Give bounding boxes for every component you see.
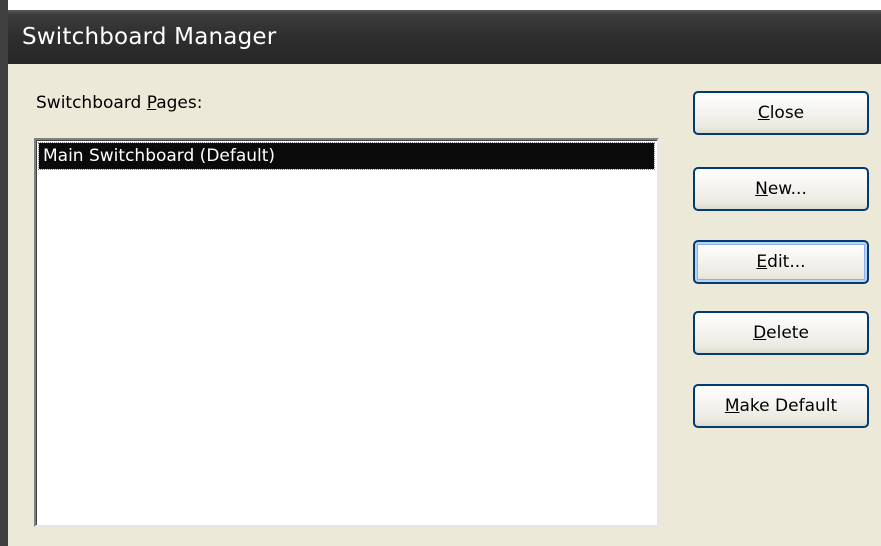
edit-button[interactable]: Edit...	[693, 240, 869, 284]
new-button-accel: N	[755, 179, 768, 199]
switchboard-pages-list[interactable]: Main Switchboard (Default)	[34, 138, 659, 527]
pages-label-after: ages:	[156, 93, 203, 113]
title-bar[interactable]: Switchboard Manager	[8, 0, 881, 64]
make-default-button-accel: M	[724, 396, 740, 416]
new-button[interactable]: New...	[693, 167, 869, 211]
new-button-rest: ew...	[767, 179, 807, 199]
list-item-main-switchboard[interactable]: Main Switchboard (Default)	[38, 142, 655, 170]
delete-button-rest: elete	[766, 323, 809, 343]
switchboard-pages-label: Switchboard Pages:	[36, 93, 202, 113]
delete-button-accel: D	[753, 323, 767, 343]
delete-button[interactable]: Delete	[693, 311, 869, 355]
close-button-accel: C	[757, 103, 770, 123]
close-button-rest: lose	[769, 103, 805, 123]
edit-button-rest: dit...	[767, 252, 806, 272]
pages-label-before: Switchboard	[36, 93, 147, 113]
close-button[interactable]: Close	[693, 91, 869, 135]
edit-button-accel: E	[756, 252, 768, 272]
pages-label-accel: P	[146, 93, 157, 113]
window-title: Switchboard Manager	[22, 24, 277, 50]
make-default-button[interactable]: Make Default	[693, 384, 869, 428]
make-default-button-rest: ake Default	[739, 396, 838, 416]
switchboard-manager-dialog: Switchboard Manager Switchboard Pages: M…	[0, 0, 881, 546]
